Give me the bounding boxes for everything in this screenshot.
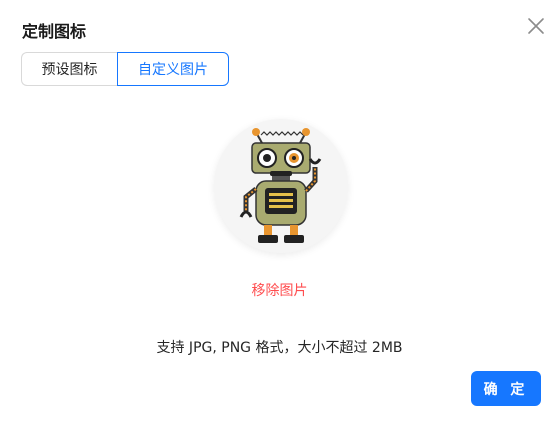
remove-image-link[interactable]: 移除图片 xyxy=(0,280,559,300)
confirm-button[interactable]: 确 定 xyxy=(471,371,541,406)
close-icon[interactable] xyxy=(526,16,546,36)
upload-format-hint: 支持 JPG, PNG 格式，大小不超过 2MB xyxy=(156,340,403,356)
tab-custom-image[interactable]: 自定义图片 xyxy=(117,52,229,86)
icon-source-tabs: 预设图标 自定义图片 xyxy=(21,52,229,86)
tab-preset-icons[interactable]: 预设图标 xyxy=(21,52,117,86)
robot-icon xyxy=(239,128,322,243)
dialog-title: 定制图标 xyxy=(22,22,87,41)
custom-image-preview xyxy=(214,119,348,253)
